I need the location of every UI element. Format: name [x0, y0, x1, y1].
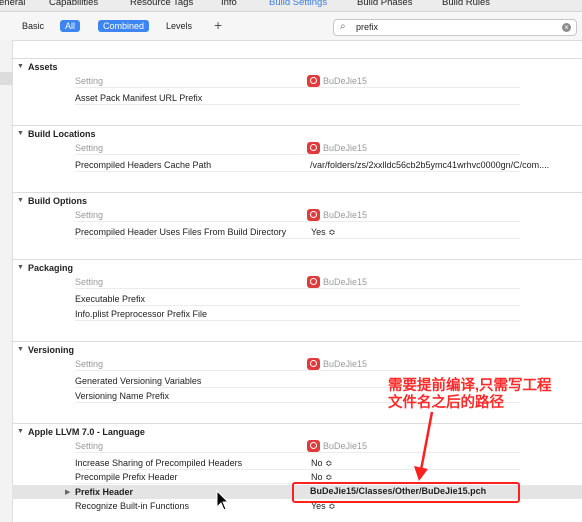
annotation-arrow-icon	[414, 411, 434, 481]
mouse-pointer-icon	[216, 490, 230, 511]
